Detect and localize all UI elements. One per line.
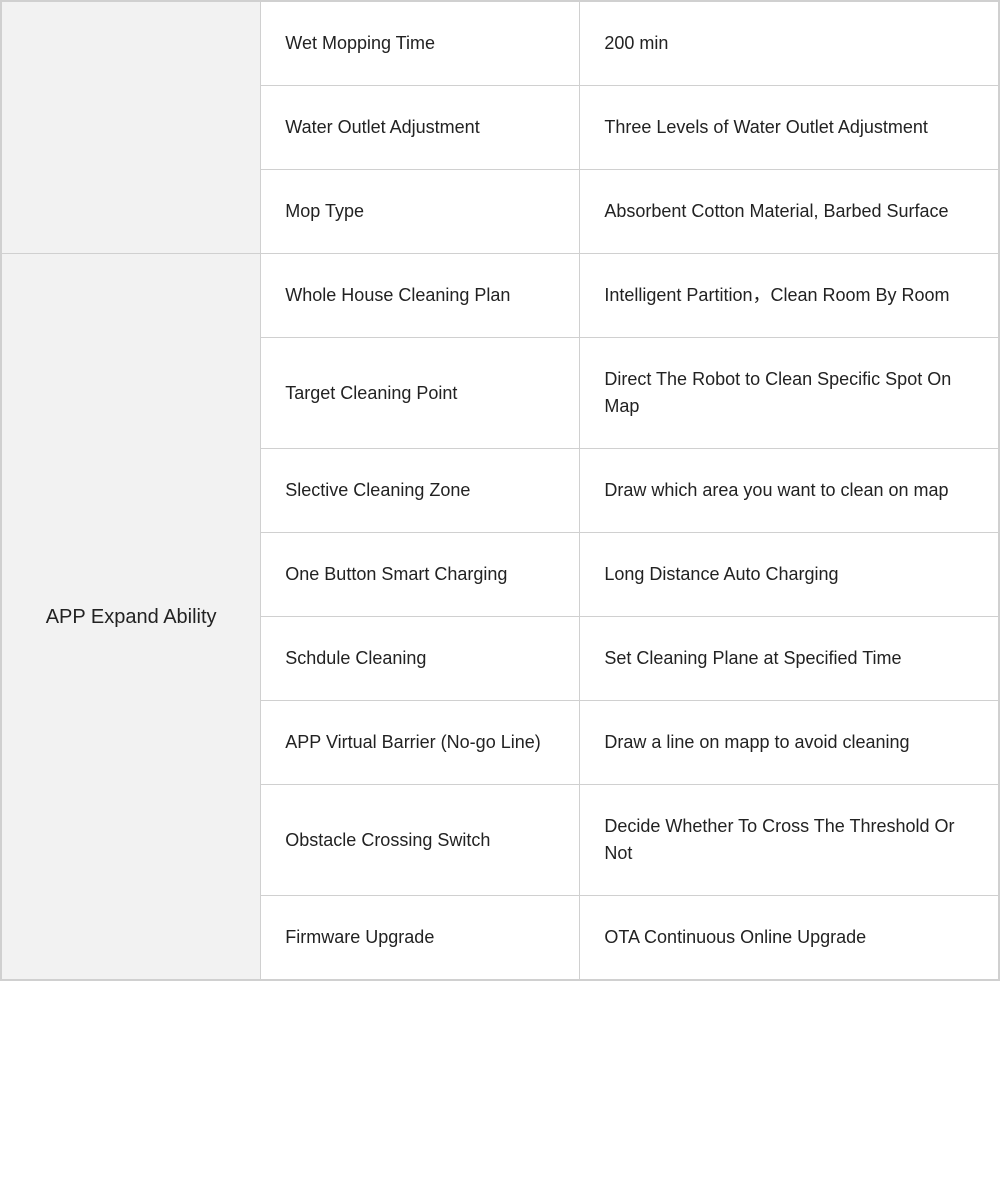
description-cell: Draw which area you want to clean on map	[580, 449, 999, 533]
feature-cell: Target Cleaning Point	[261, 338, 580, 449]
description-cell: Direct The Robot to Clean Specific Spot …	[580, 338, 999, 449]
app-section-row-0: APP Expand Ability Whole House Cleaning …	[2, 254, 999, 338]
feature-cell: Water Outlet Adjustment	[261, 86, 580, 170]
category-cell-empty	[2, 2, 261, 254]
feature-cell: Schdule Cleaning	[261, 617, 580, 701]
description-cell: Intelligent Partition，Clean Room By Room	[580, 254, 999, 338]
description-cell: 200 min	[580, 2, 999, 86]
description-cell: OTA Continuous Online Upgrade	[580, 896, 999, 980]
feature-cell: Wet Mopping Time	[261, 2, 580, 86]
feature-cell: One Button Smart Charging	[261, 533, 580, 617]
specs-table: Wet Mopping Time 200 min Water Outlet Ad…	[0, 0, 1000, 981]
description-cell: Absorbent Cotton Material, Barbed Surfac…	[580, 170, 999, 254]
feature-cell: Firmware Upgrade	[261, 896, 580, 980]
feature-cell: Mop Type	[261, 170, 580, 254]
app-category-label: APP Expand Ability	[2, 254, 261, 980]
feature-cell: Whole House Cleaning Plan	[261, 254, 580, 338]
feature-cell: Slective Cleaning Zone	[261, 449, 580, 533]
description-cell: Three Levels of Water Outlet Adjustment	[580, 86, 999, 170]
feature-cell: Obstacle Crossing Switch	[261, 785, 580, 896]
description-cell: Decide Whether To Cross The Threshold Or…	[580, 785, 999, 896]
description-cell: Draw a line on mapp to avoid cleaning	[580, 701, 999, 785]
description-cell: Set Cleaning Plane at Specified Time	[580, 617, 999, 701]
description-cell: Long Distance Auto Charging	[580, 533, 999, 617]
feature-cell: APP Virtual Barrier (No-go Line)	[261, 701, 580, 785]
table-row: Wet Mopping Time 200 min	[2, 2, 999, 86]
